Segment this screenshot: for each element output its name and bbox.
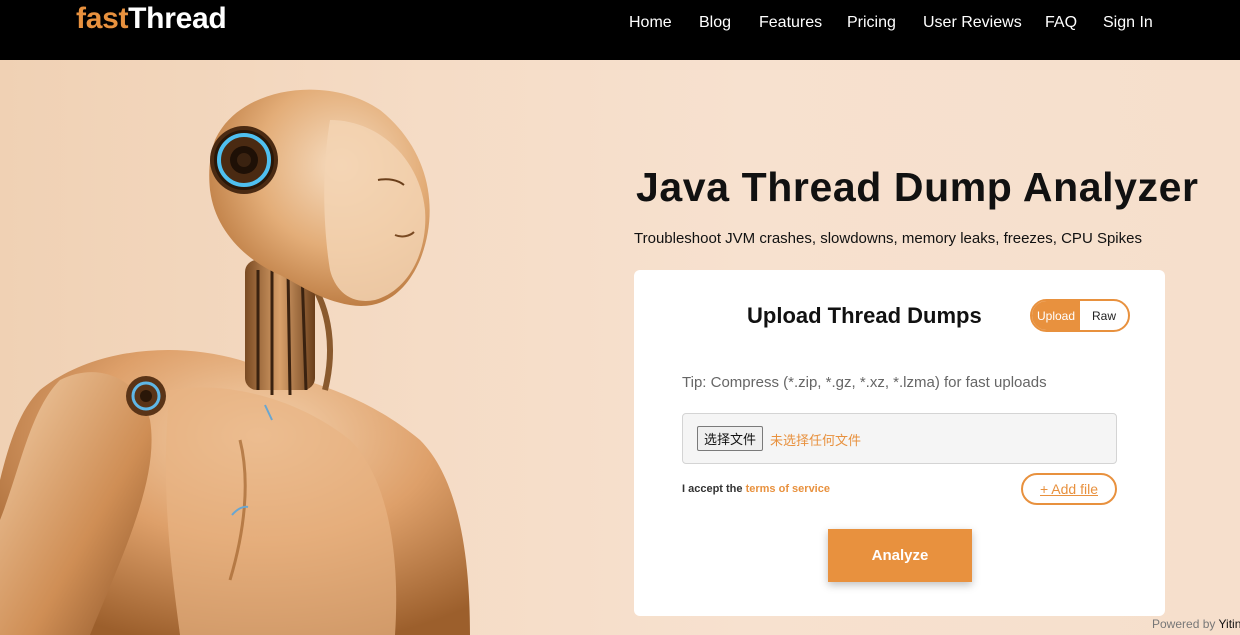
terms-prefix: I accept the [682, 483, 743, 495]
robot-hero-image [0, 89, 470, 635]
nav-user-reviews[interactable]: User Reviews [923, 13, 1022, 33]
nav-faq[interactable]: FAQ [1045, 13, 1077, 33]
terms-acceptance: I accept the terms of service [682, 483, 830, 495]
nav-sign-in[interactable]: Sign In [1103, 13, 1153, 33]
fastthread-logo[interactable]: fastThread [76, 2, 227, 36]
powered-by: Powered by Yitin [1152, 617, 1240, 631]
logo-fast-text: fast [76, 2, 129, 35]
upload-card: Upload Thread Dumps Upload Raw Tip: Comp… [634, 270, 1165, 616]
nav-pricing[interactable]: Pricing [847, 13, 896, 33]
choose-file-button[interactable]: 选择文件 [697, 426, 764, 451]
nav-features[interactable]: Features [759, 13, 822, 33]
file-input-box: 选择文件 未选择任何文件 [682, 413, 1117, 464]
analyze-button[interactable]: Analyze [828, 529, 972, 582]
upload-mode-toggle: Upload Raw [1030, 299, 1130, 332]
no-file-selected-text: 未选择任何文件 [770, 434, 862, 449]
top-navbar: fastThread Home Blog Features Pricing Us… [0, 0, 1240, 60]
terms-of-service-link[interactable]: terms of service [746, 483, 830, 495]
toggle-upload-option[interactable]: Upload [1032, 301, 1080, 330]
toggle-raw-option[interactable]: Raw [1080, 301, 1128, 330]
page-subtitle: Troubleshoot JVM crashes, slowdowns, mem… [634, 230, 1142, 247]
add-file-button[interactable]: + Add file [1021, 473, 1117, 505]
nav-home[interactable]: Home [629, 13, 672, 33]
compress-tip: Tip: Compress (*.zip, *.gz, *.xz, *.lzma… [682, 374, 1047, 391]
nav-blog[interactable]: Blog [699, 13, 731, 33]
upload-card-title: Upload Thread Dumps [747, 303, 982, 328]
powered-by-brand[interactable]: Yitin [1219, 617, 1240, 631]
logo-thread-text: Thread [128, 2, 227, 35]
powered-by-prefix: Powered by [1152, 617, 1216, 631]
page-title: Java Thread Dump Analyzer [636, 164, 1199, 210]
